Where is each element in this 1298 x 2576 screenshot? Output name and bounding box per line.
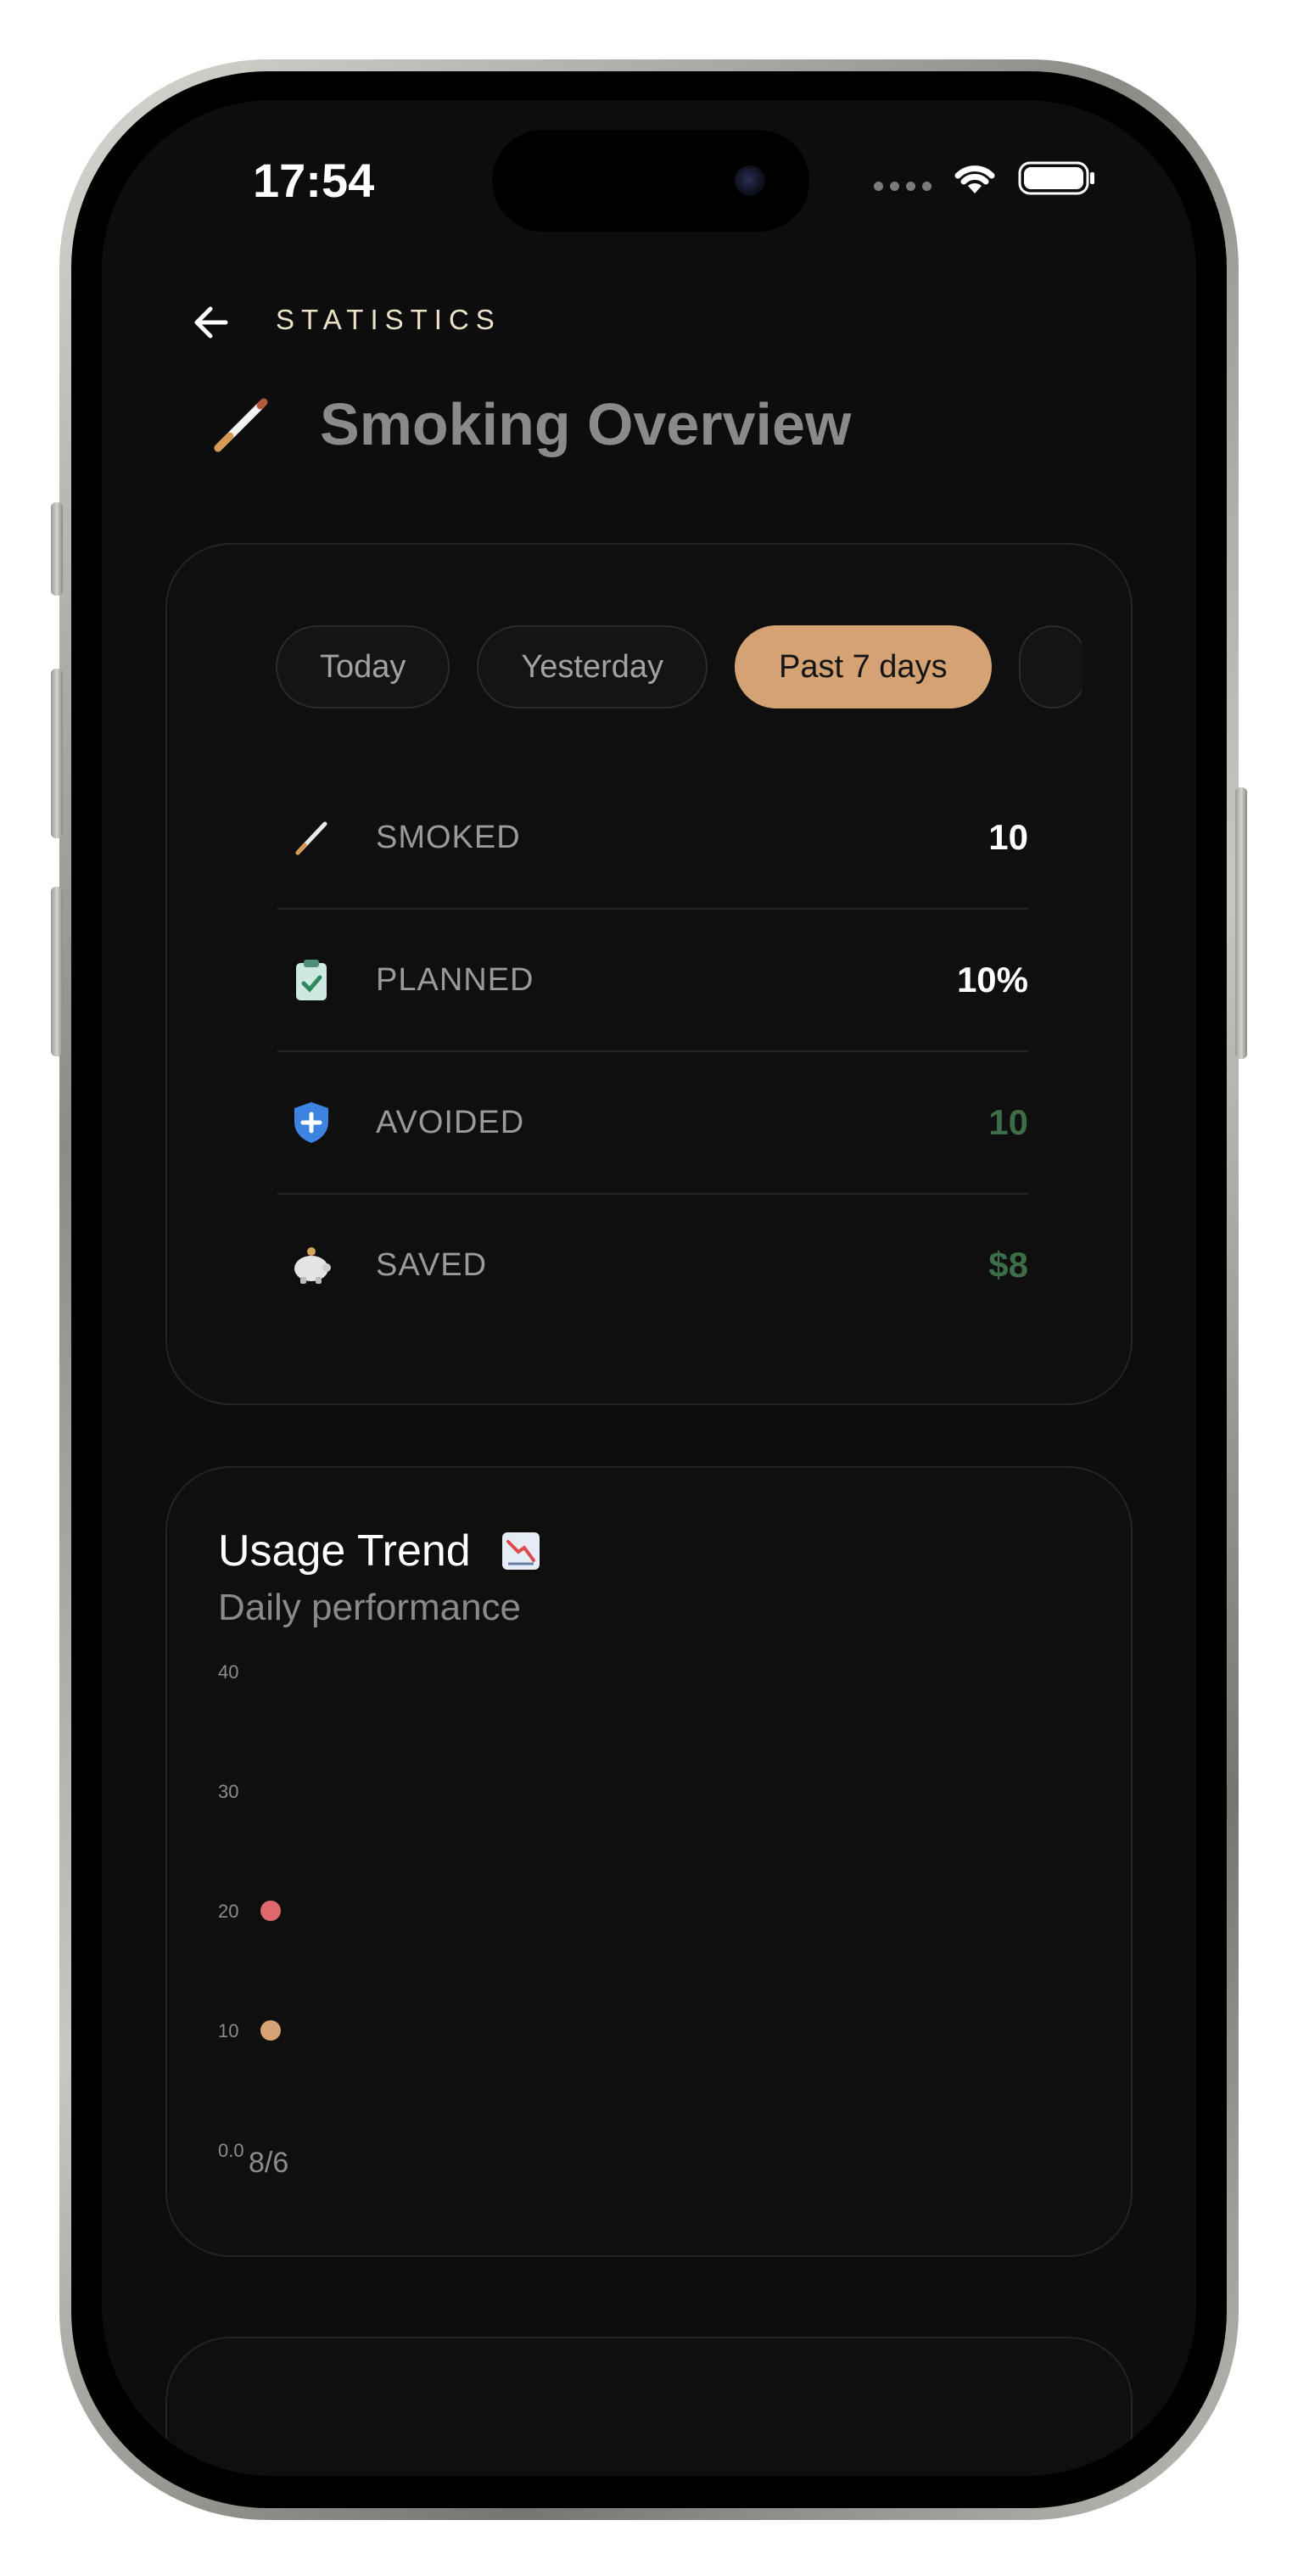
filter-next-chip[interactable] [1018, 625, 1082, 708]
dynamic-island [492, 130, 809, 232]
overview-card: Today Yesterday Past 7 days SMOKED 10 PL… [165, 543, 1133, 1405]
stat-value: $8 [988, 1245, 1028, 1285]
cigarette-icon [286, 812, 337, 863]
usage-trend-chart: 40 30 20 10 0.0 8/6 [167, 1468, 1134, 2259]
back-arrow-icon[interactable] [187, 297, 238, 348]
period-filter: Today Yesterday Past 7 days [276, 625, 1082, 719]
x-tick-label: 8/6 [249, 2147, 289, 2179]
piggy-bank-icon [286, 1240, 337, 1291]
usage-trend-card: Usage Trend Daily performance 40 30 20 1… [165, 1466, 1133, 2257]
volume-up-button [51, 669, 63, 838]
y-tick-label: 40 [218, 1661, 239, 1683]
stat-label: SMOKED [376, 819, 521, 855]
wifi-icon [954, 165, 995, 193]
stat-value: 10% [956, 960, 1028, 1000]
clipboard-check-icon [286, 955, 337, 1005]
filter-yesterday-chip[interactable]: Yesterday [477, 625, 708, 708]
stat-label: PLANNED [376, 961, 534, 998]
status-time: 17:54 [253, 154, 375, 207]
front-camera [735, 165, 765, 196]
stats-list: SMOKED 10 PLANNED 10% AVOIDED 10 SAVED $… [277, 767, 1028, 1336]
stat-row-smoked: SMOKED 10 [277, 767, 1028, 910]
y-tick-label: 0.0 [218, 2140, 244, 2161]
stat-label: SAVED [376, 1246, 488, 1283]
filter-today-chip[interactable]: Today [276, 625, 450, 708]
stat-value: 10 [988, 817, 1028, 857]
filter-past-7-days-chip[interactable]: Past 7 days [735, 625, 992, 708]
section-label: STATISTICS [276, 304, 501, 335]
power-button [1235, 787, 1247, 1059]
y-tick-label: 30 [218, 1781, 239, 1802]
stat-row-avoided: AVOIDED 10 [277, 1052, 1028, 1195]
stat-value: 10 [988, 1102, 1028, 1142]
action-button [51, 502, 63, 596]
title-row: Smoking Overview [208, 390, 851, 458]
status-icons [874, 160, 1096, 197]
stat-label: AVOIDED [376, 1104, 525, 1140]
stat-row-saved: SAVED $8 [277, 1195, 1028, 1336]
signal-icon [874, 181, 932, 191]
page-title: Smoking Overview [320, 391, 852, 457]
volume-down-button [51, 887, 63, 1056]
stat-row-planned: PLANNED 10% [277, 910, 1028, 1052]
app-screen: 17:54 STATISTICS Smoking Overview Today [102, 100, 1196, 2476]
next-card [165, 2337, 1133, 2476]
data-point [260, 1901, 281, 1921]
y-tick-label: 20 [218, 1901, 239, 1922]
shield-icon [286, 1097, 337, 1148]
battery-icon [1018, 161, 1094, 195]
y-tick-label: 10 [218, 2020, 239, 2041]
data-point [260, 2020, 281, 2041]
cigarette-icon [214, 398, 268, 452]
